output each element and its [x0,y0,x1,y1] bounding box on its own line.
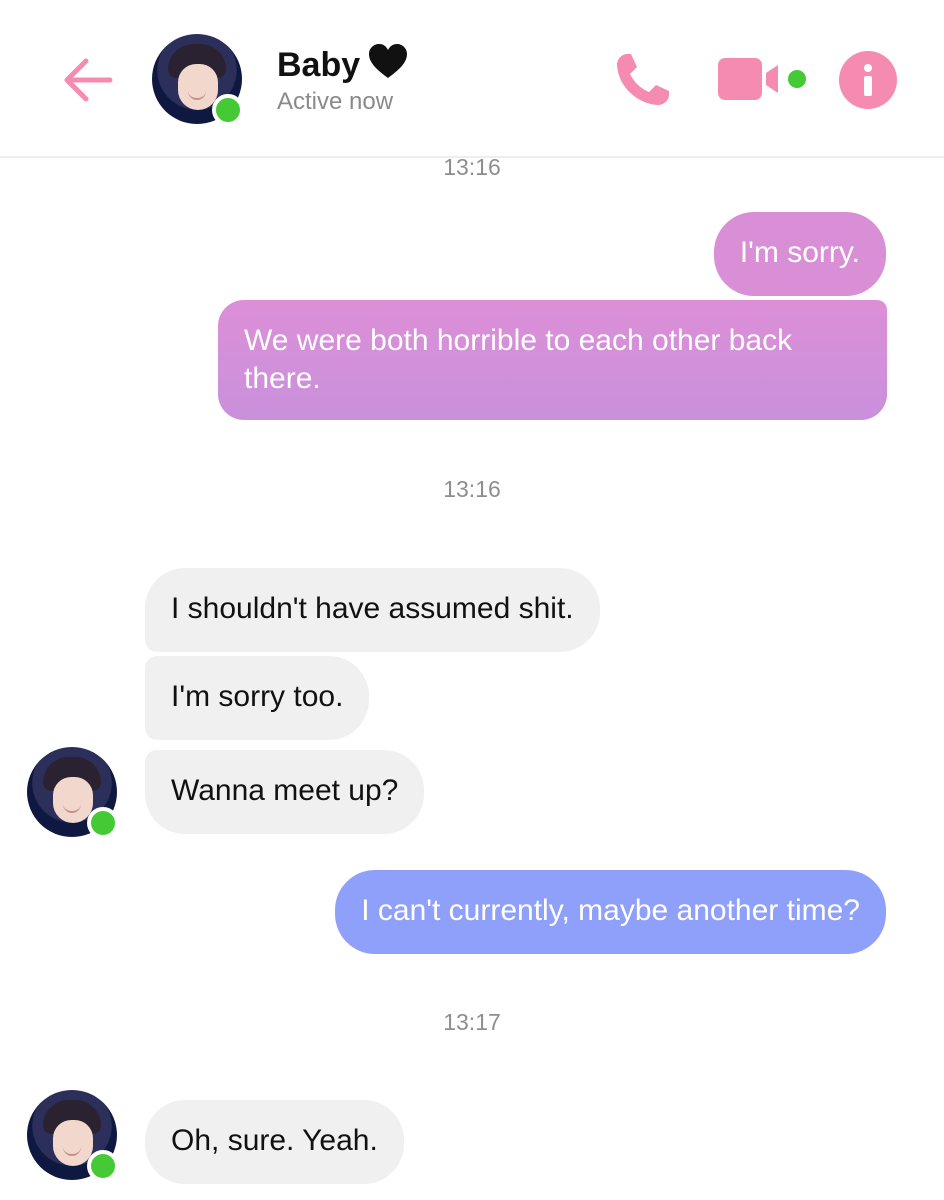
chat-header: Baby Active now [0,0,944,158]
black-heart-icon [369,44,408,78]
back-arrow-icon[interactable] [56,48,120,112]
contact-avatar[interactable] [152,34,244,126]
incoming-message[interactable]: I shouldn't have assumed shit. [145,568,600,652]
timestamp: 13:16 [443,476,501,502]
contact-name-row: Baby [277,44,408,85]
outgoing-message[interactable]: I can't currently, maybe another time? [335,870,886,954]
online-status-dot [87,807,119,839]
online-status-dot [87,1150,119,1182]
phone-icon[interactable] [612,50,674,110]
contact-avatar[interactable] [27,747,119,839]
contact-title[interactable]: Baby Active now [277,44,408,117]
incoming-message[interactable]: I'm sorry too. [145,656,370,740]
outgoing-message[interactable]: We were both horrible to each other back… [218,300,887,420]
timestamp: 13:16 [443,154,501,180]
contact-avatar[interactable] [27,1090,119,1182]
contact-name: Baby [277,46,361,84]
info-icon[interactable] [838,50,898,110]
timestamp: 13:17 [443,1009,501,1035]
active-status: Active now [277,88,394,115]
incoming-message[interactable]: Oh, sure. Yeah. [145,1100,404,1184]
incoming-message[interactable]: Wanna meet up? [145,750,425,834]
outgoing-message[interactable]: I'm sorry. [713,212,886,296]
video-camera-icon[interactable] [716,56,810,102]
online-status-dot [212,94,244,126]
